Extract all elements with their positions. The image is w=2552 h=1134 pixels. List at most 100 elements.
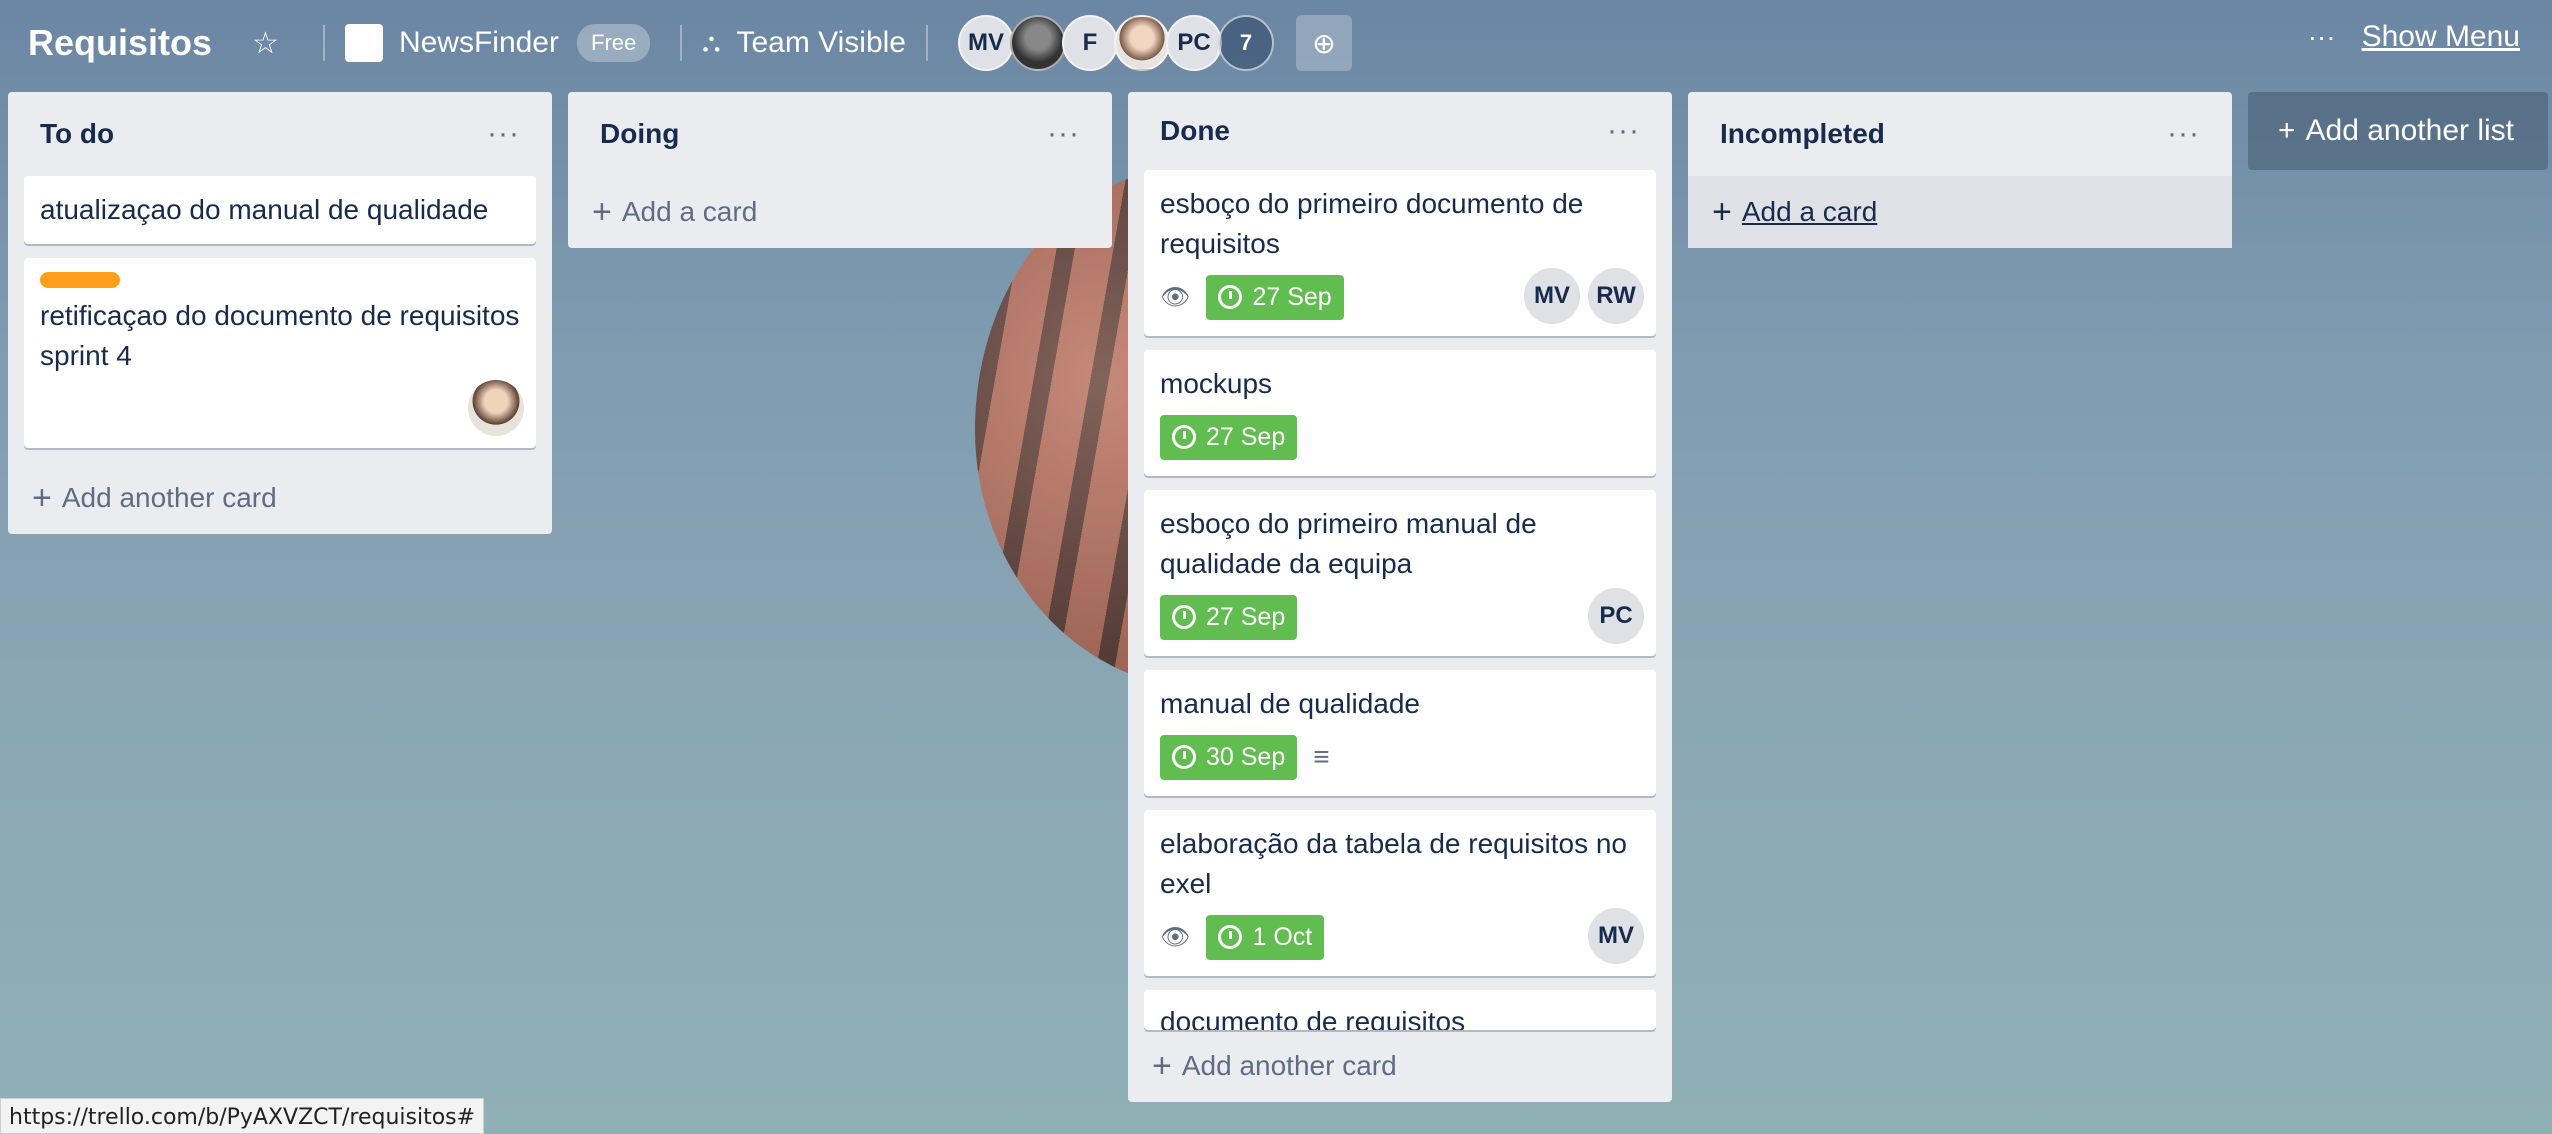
- card[interactable]: documento de requisitos: [1144, 990, 1656, 1030]
- due-date-badge[interactable]: 27 Sep: [1206, 274, 1344, 320]
- member-avatar[interactable]: RW: [1588, 268, 1644, 324]
- clock-icon: [1218, 925, 1243, 949]
- card-members: [468, 380, 524, 436]
- clock-icon: [1218, 285, 1243, 309]
- list-doing: Doing ··· + Add a card: [568, 92, 1112, 248]
- invite-member-button[interactable]: ⊕: [1295, 15, 1352, 71]
- card-title: atualizaçao do manual de qualidade: [40, 194, 489, 225]
- due-date-text: 27 Sep: [1206, 602, 1286, 631]
- card-members: MV: [1588, 908, 1644, 964]
- add-list-label: Add another list: [2305, 114, 2514, 147]
- list-done: Done ··· esboço do primeiro documento de…: [1128, 92, 1672, 1102]
- card[interactable]: esboço do primeiro manual de qualidade d…: [1144, 490, 1656, 656]
- member-avatar[interactable]: [468, 380, 524, 436]
- list-menu-icon[interactable]: ···: [1607, 114, 1640, 148]
- star-icon[interactable]: ☆: [252, 26, 279, 61]
- list-title[interactable]: Doing: [600, 118, 679, 150]
- card-members: MV RW: [1524, 268, 1644, 324]
- workspace-name[interactable]: NewsFinder: [399, 26, 559, 60]
- card[interactable]: mockups 27 Sep: [1144, 350, 1656, 476]
- add-card-button[interactable]: + Add another card: [1144, 1030, 1397, 1102]
- member-avatar[interactable]: PC: [1588, 588, 1644, 644]
- card-label-orange[interactable]: [40, 272, 120, 288]
- clock-icon: [1172, 745, 1196, 769]
- add-card-button[interactable]: + Add a card: [584, 176, 1096, 248]
- add-card-label: Add another card: [61, 482, 277, 513]
- card[interactable]: esboço do primeiro documento de requisit…: [1144, 170, 1656, 336]
- visibility-label[interactable]: Team Visible: [736, 26, 906, 60]
- list-title[interactable]: Incompleted: [1720, 118, 1885, 150]
- list-header: Done ···: [1144, 92, 1656, 170]
- add-card-button[interactable]: + Add another card: [24, 462, 536, 534]
- list-title[interactable]: To do: [40, 118, 114, 150]
- due-date-badge[interactable]: 27 Sep: [1160, 414, 1298, 460]
- team-visibility-icon[interactable]: ⛬: [702, 27, 720, 59]
- header-divider: [322, 25, 325, 61]
- card-title: esboço do primeiro manual de qualidade d…: [1160, 508, 1537, 579]
- add-card-label: Add a card: [1741, 196, 1878, 227]
- plus-icon: +: [32, 478, 52, 517]
- plus-icon: +: [1712, 192, 1732, 231]
- watch-eye-icon: 👁: [1160, 923, 1191, 951]
- member-avatar[interactable]: PC: [1165, 15, 1222, 71]
- board-title[interactable]: Requisitos: [28, 22, 212, 64]
- due-date-text: 1 Oct: [1252, 922, 1313, 951]
- member-avatar[interactable]: F: [1061, 15, 1118, 71]
- list-title[interactable]: Done: [1160, 115, 1230, 147]
- clock-icon: [1172, 425, 1196, 449]
- more-members-count[interactable]: 7: [1217, 15, 1274, 71]
- header-divider: [925, 25, 928, 61]
- add-person-icon: ⊕: [1312, 27, 1336, 59]
- member-avatar[interactable]: MV: [1524, 268, 1580, 324]
- show-menu-link[interactable]: Show Menu: [2362, 20, 2520, 54]
- menu-area: ··· Show Menu: [2308, 20, 2520, 54]
- member-avatar[interactable]: [1009, 15, 1066, 71]
- add-card-label: Add another card: [1181, 1050, 1397, 1081]
- list-header: Incompleted ···: [1704, 92, 2216, 176]
- due-date-badge[interactable]: 1 Oct: [1206, 914, 1325, 960]
- card-title: documento de requisitos: [1160, 1006, 1466, 1030]
- card-title: retificaçao do documento de requisitos s…: [40, 300, 520, 371]
- due-date-text: 30 Sep: [1206, 742, 1286, 771]
- card-title: manual de qualidade: [1160, 688, 1420, 719]
- list-header: Doing ···: [584, 92, 1096, 176]
- card[interactable]: elaboração da tabela de requisitos no ex…: [1144, 810, 1656, 976]
- due-date-text: 27 Sep: [1252, 282, 1332, 311]
- watch-eye-icon: 👁: [1160, 283, 1191, 311]
- member-avatar[interactable]: MV: [957, 15, 1014, 71]
- status-bar-url: https://trello.com/b/PyAXVZCT/requisitos…: [0, 1098, 485, 1134]
- list-todo: To do ··· atualizaçao do manual de quali…: [8, 92, 552, 534]
- clock-icon: [1172, 605, 1196, 629]
- member-avatar[interactable]: MV: [1588, 908, 1644, 964]
- due-date-badge[interactable]: 27 Sep: [1160, 594, 1298, 640]
- due-date-badge[interactable]: 30 Sep: [1160, 734, 1298, 780]
- header-divider: [680, 25, 683, 61]
- list-header: To do ···: [24, 92, 536, 176]
- add-card-label: Add a card: [621, 196, 758, 227]
- due-date-text: 27 Sep: [1206, 422, 1286, 451]
- card-title: mockups: [1160, 368, 1273, 399]
- board-header: Requisitos ☆ NewsFinder Free ⛬ Team Visi…: [0, 0, 2552, 86]
- card-members: PC: [1588, 588, 1644, 644]
- list-incompleted: Incompleted ··· + Add a card: [1688, 92, 2232, 248]
- plan-badge: Free: [577, 24, 651, 62]
- card-badges: 27 Sep: [1160, 592, 1640, 642]
- card[interactable]: atualizaçao do manual de qualidade: [24, 176, 536, 244]
- card-badges: 30 Sep ≡: [1160, 732, 1640, 782]
- plus-icon: +: [1152, 1046, 1172, 1085]
- plus-icon: +: [592, 192, 612, 231]
- add-another-list-button[interactable]: + Add another list: [2248, 92, 2548, 170]
- list-menu-icon[interactable]: ···: [2167, 117, 2200, 151]
- list-menu-icon[interactable]: ···: [487, 117, 520, 151]
- card-badges: 27 Sep: [1160, 412, 1640, 462]
- plus-icon: +: [2278, 114, 2296, 147]
- workspace-logo: [344, 24, 383, 62]
- member-avatar[interactable]: [1113, 15, 1170, 71]
- card-title: esboço do primeiro documento de requisit…: [1160, 188, 1584, 259]
- card-title: elaboração da tabela de requisitos no ex…: [1160, 828, 1628, 899]
- add-card-button[interactable]: + Add a card: [1688, 176, 2232, 248]
- card[interactable]: retificaçao do documento de requisitos s…: [24, 258, 536, 448]
- list-menu-icon[interactable]: ···: [1047, 117, 1080, 151]
- card[interactable]: manual de qualidade 30 Sep ≡: [1144, 670, 1656, 796]
- more-icon[interactable]: ···: [2308, 21, 2336, 53]
